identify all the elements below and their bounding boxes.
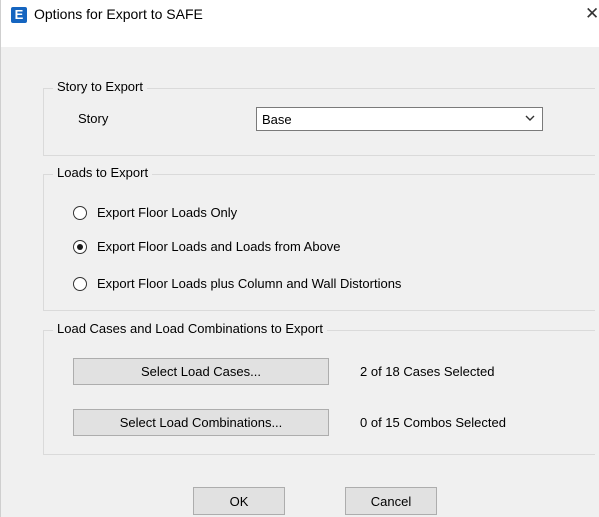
loads-group-title: Loads to Export [53,165,153,180]
story-dropdown-value: Base [262,112,292,127]
close-icon[interactable]: ✕ [585,4,599,24]
select-load-combinations-button[interactable]: Select Load Combinations... [73,409,329,436]
group-border [43,330,595,455]
window-title: Options for Export to SAFE [34,6,203,22]
chevron-down-icon [525,115,535,121]
radio-button[interactable] [73,277,87,291]
story-label: Story [78,111,109,126]
combos-status: 0 of 15 Combos Selected [360,415,506,430]
cancel-button[interactable]: Cancel [345,487,437,515]
title-bar[interactable]: E Options for Export to SAFE ✕ [1,0,599,47]
radio-button[interactable] [73,206,87,220]
radio-button-selected[interactable] [73,240,87,254]
app-icon: E [11,7,27,23]
radio-label: Export Floor Loads Only [97,205,238,220]
story-group-title: Story to Export [53,79,147,94]
export-to-safe-dialog: E Options for Export to SAFE ✕ Story to … [0,0,599,517]
story-dropdown[interactable]: Base [256,107,543,131]
select-load-cases-button[interactable]: Select Load Cases... [73,358,329,385]
cases-status: 2 of 18 Cases Selected [360,364,495,379]
radio-label: Export Floor Loads plus Column and Wall … [97,276,402,291]
ok-button[interactable]: OK [193,487,285,515]
radio-label: Export Floor Loads and Loads from Above [97,239,341,254]
combos-group-title: Load Cases and Load Combinations to Expo… [53,321,327,336]
